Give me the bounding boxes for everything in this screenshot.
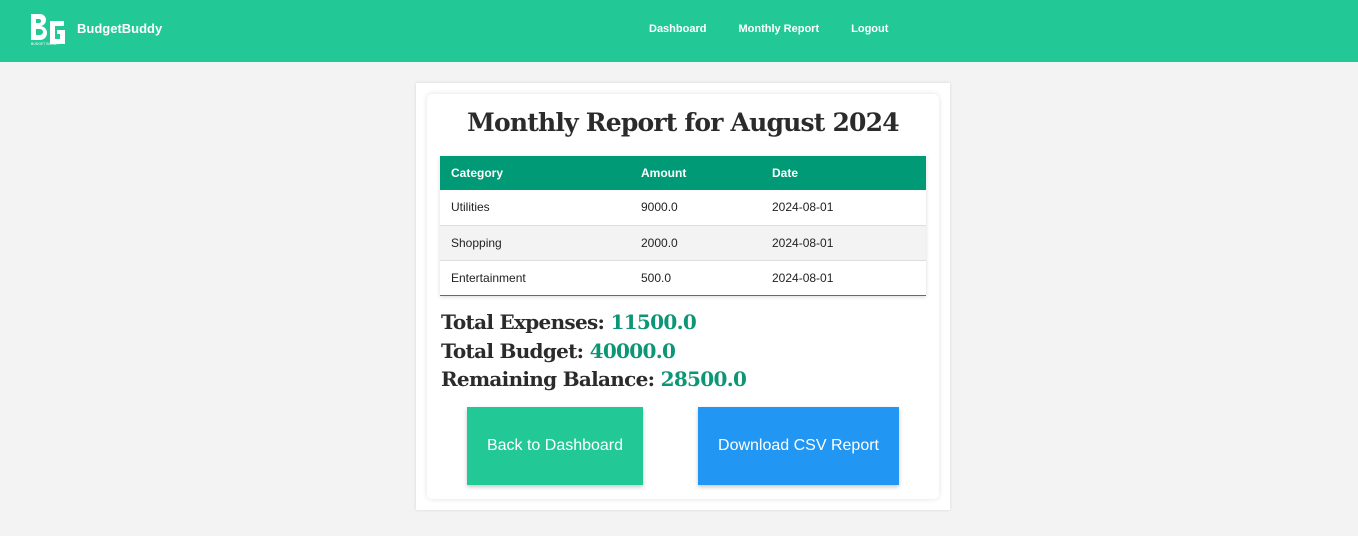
column-header-amount: Amount	[641, 166, 687, 180]
cell-amount: 2000.0	[630, 225, 761, 261]
nav-dashboard-link[interactable]: Dashboard	[649, 23, 706, 35]
total-budget: Total Budget: 40000.0	[441, 339, 746, 368]
nav-links: Dashboard Monthly Report Logout	[649, 23, 920, 35]
download-csv-button[interactable]: Download CSV Report	[698, 407, 899, 485]
remaining-balance-value: 28500.0	[660, 367, 747, 391]
report-card: Monthly Report for August 2024 Category …	[427, 94, 939, 499]
cell-date: 2024-08-01	[761, 225, 926, 261]
report-container: Monthly Report for August 2024 Category …	[416, 83, 950, 510]
table-header-row: Category Amount Date	[440, 156, 926, 190]
total-budget-label: Total Budget:	[441, 338, 584, 363]
cell-date: 2024-08-01	[761, 260, 926, 296]
column-header-date: Date	[772, 166, 799, 180]
cell-category: Shopping	[440, 225, 630, 261]
table-row: Utilities 9000.0 2024-08-01	[440, 190, 926, 226]
svg-text:BUDGET BUDDY: BUDGET BUDDY	[31, 42, 59, 46]
nav-monthly-report-link[interactable]: Monthly Report	[738, 23, 819, 35]
cell-category: Utilities	[440, 190, 630, 226]
table-row: Shopping 2000.0 2024-08-01	[440, 225, 926, 261]
total-budget-value: 40000.0	[589, 338, 676, 363]
total-expenses-label: Total Expenses:	[441, 310, 605, 334]
cell-date: 2024-08-01	[761, 190, 926, 226]
expenses-table: Category Amount Date Utilities 9000.0 20…	[440, 156, 926, 296]
total-expenses: Total Expenses: 11500.0	[441, 310, 746, 339]
summary: Total Expenses: 11500.0 Total Budget: 40…	[441, 310, 747, 396]
navbar: BUDGET BUDDY BudgetBuddy Dashboard Month…	[0, 0, 1358, 62]
cell-amount: 9000.0	[630, 190, 761, 226]
budgetbuddy-logo-icon: BUDGET BUDDY	[31, 14, 65, 46]
nav-logout-link[interactable]: Logout	[851, 23, 888, 35]
back-to-dashboard-button[interactable]: Back to Dashboard	[467, 407, 643, 485]
page-title: Monthly Report for August 2024	[467, 108, 899, 137]
cell-amount: 500.0	[630, 260, 761, 296]
table-row: Entertainment 500.0 2024-08-01	[440, 260, 926, 296]
cell-category: Entertainment	[440, 260, 630, 296]
brand[interactable]: BUDGET BUDDY BudgetBuddy	[30, 12, 162, 48]
brand-name[interactable]: BudgetBuddy	[77, 21, 162, 36]
remaining-balance-label: Remaining Balance:	[441, 367, 655, 391]
remaining-balance: Remaining Balance: 28500.0	[441, 367, 747, 396]
total-expenses-value: 11500.0	[610, 310, 697, 334]
column-header-category: Category	[451, 166, 504, 180]
